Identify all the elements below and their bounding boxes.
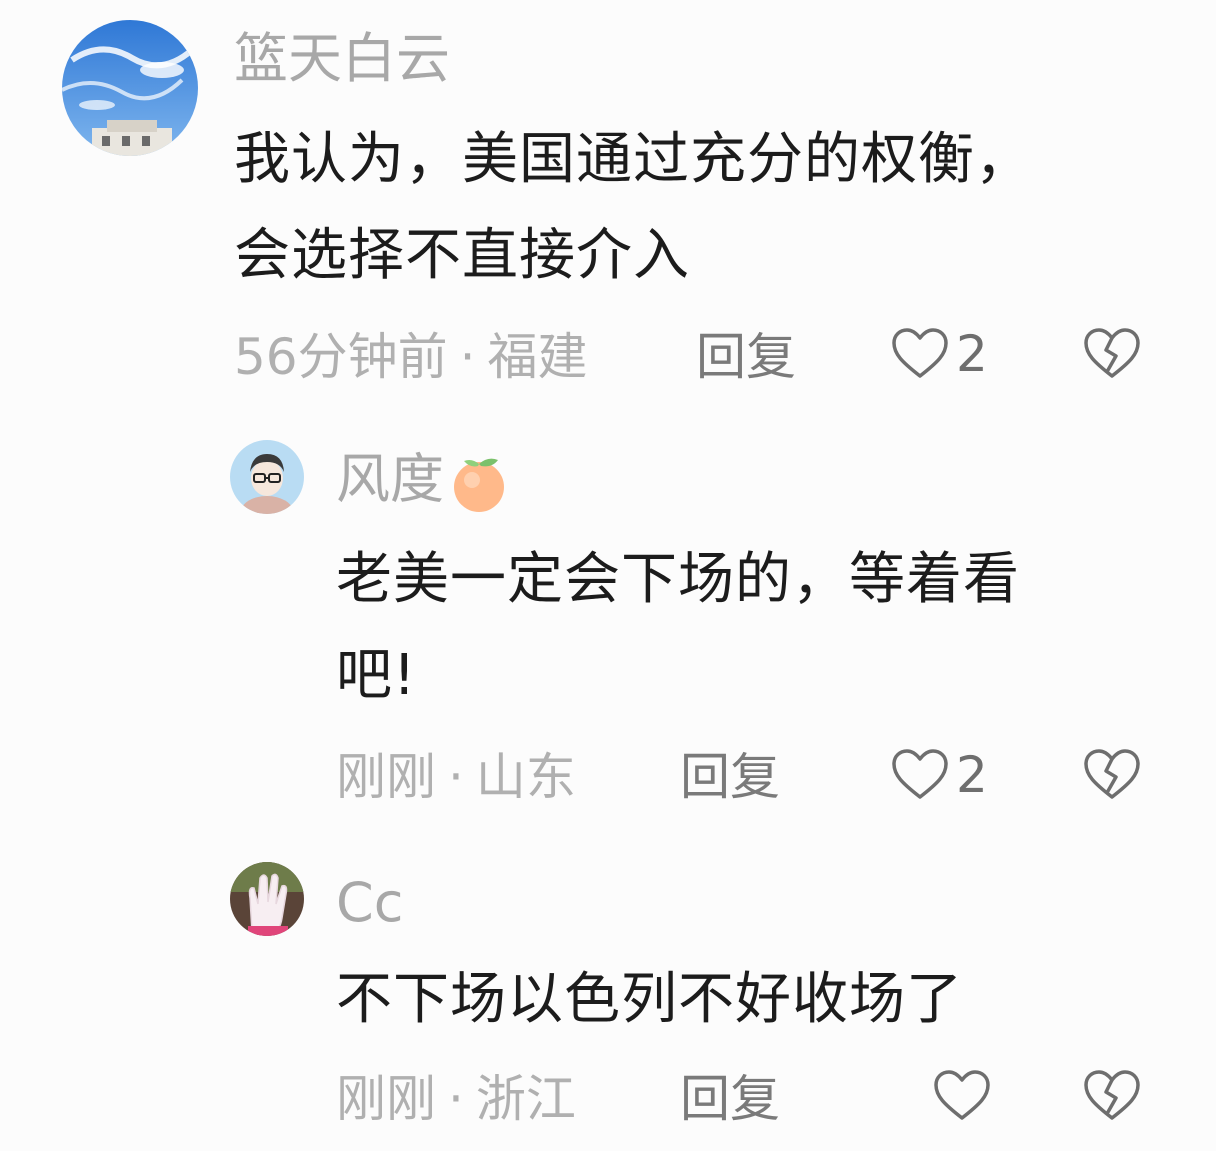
timestamp: 56分钟前: [234, 328, 448, 386]
username[interactable]: 风度: [336, 452, 510, 514]
orange-fruit-icon: [454, 458, 504, 512]
like-button[interactable]: [932, 1068, 992, 1124]
reply-button[interactable]: 回复: [680, 752, 780, 802]
broken-heart-icon: [1084, 1070, 1140, 1120]
like-button[interactable]: 2: [890, 747, 988, 803]
reply-button[interactable]: 回复: [680, 1074, 780, 1124]
username-text: 风度: [336, 447, 444, 511]
comment-line: 我认为，美国通过充分的权衡，: [234, 127, 1032, 192]
comment-line: 不下场以色列不好收场了: [336, 967, 963, 1032]
heart-outline-icon: [934, 1070, 990, 1120]
like-count: 2: [956, 746, 988, 804]
comment-meta: 刚刚 · 浙江: [336, 1074, 576, 1124]
heart-outline-icon: [892, 749, 948, 799]
separator: ·: [459, 328, 476, 386]
comment-text: 老美一定会下场的，等着看 吧!: [336, 532, 1020, 725]
avatar[interactable]: [230, 862, 304, 936]
dislike-button[interactable]: [1083, 326, 1141, 386]
username[interactable]: Cc: [336, 876, 403, 930]
username[interactable]: 篮天白云: [234, 32, 450, 86]
location: 山东: [475, 748, 576, 806]
like-button[interactable]: 2: [890, 326, 988, 382]
location: 浙江: [475, 1070, 576, 1128]
like-count: 2: [956, 325, 988, 383]
comment-line: 会选择不直接介入: [234, 223, 690, 289]
dislike-button[interactable]: [1083, 1068, 1141, 1128]
location: 福建: [487, 328, 588, 386]
dislike-button[interactable]: [1083, 747, 1141, 807]
heart-outline-icon: [892, 328, 948, 378]
separator: ·: [448, 748, 464, 806]
comment-meta: 56分钟前 · 福建: [234, 332, 588, 382]
comment-thread: 篮天白云 我认为，美国通过充分的权衡， 会选择不直接介入 56分钟前 · 福建 回复…: [0, 0, 1216, 1151]
comment-line: 老美一定会下场的，等着看: [336, 547, 1020, 612]
separator: ·: [448, 1070, 464, 1128]
comment-meta: 刚刚 · 山东: [336, 752, 576, 802]
comment-text: 我认为，美国通过充分的权衡， 会选择不直接介入: [234, 112, 1032, 305]
comment-text: 不下场以色列不好收场了: [336, 952, 963, 1048]
timestamp: 刚刚: [336, 748, 436, 806]
reply-button[interactable]: 回复: [696, 332, 796, 382]
avatar[interactable]: [230, 440, 304, 514]
timestamp: 刚刚: [336, 1070, 436, 1128]
broken-heart-icon: [1084, 328, 1140, 378]
comment-line: 吧!: [336, 643, 417, 709]
broken-heart-icon: [1084, 749, 1140, 799]
avatar[interactable]: [62, 20, 198, 156]
